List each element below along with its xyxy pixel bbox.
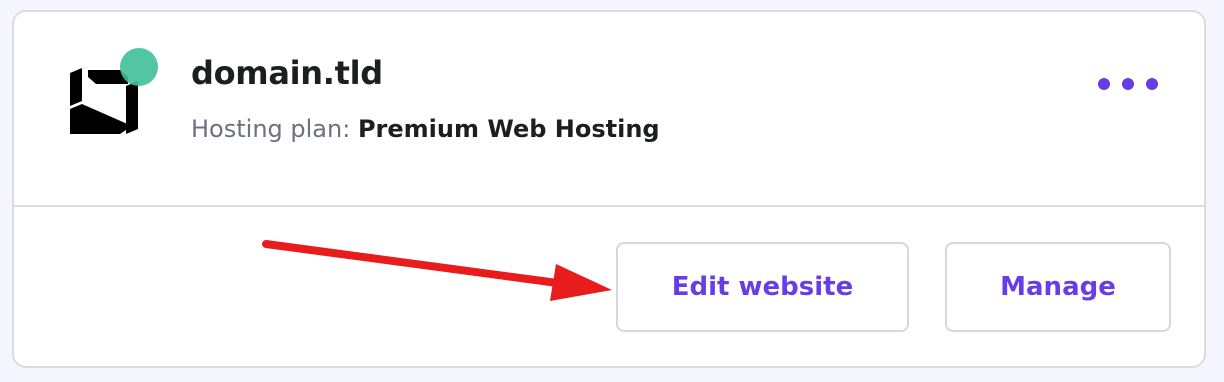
website-card: domain.tld Hosting plan: Premium Web Hos… (12, 10, 1206, 368)
site-title: domain.tld (191, 54, 383, 92)
plan-label: Hosting plan: (191, 115, 351, 143)
manage-button[interactable]: Manage (945, 242, 1171, 332)
more-options-button[interactable] (1088, 64, 1168, 104)
plan-value: Premium Web Hosting (357, 115, 660, 143)
site-logo (68, 46, 158, 141)
divider (14, 205, 1204, 207)
edit-website-button[interactable]: Edit website (616, 242, 909, 332)
status-dot (120, 48, 158, 86)
hosting-plan: Hosting plan: Premium Web Hosting (191, 113, 660, 145)
